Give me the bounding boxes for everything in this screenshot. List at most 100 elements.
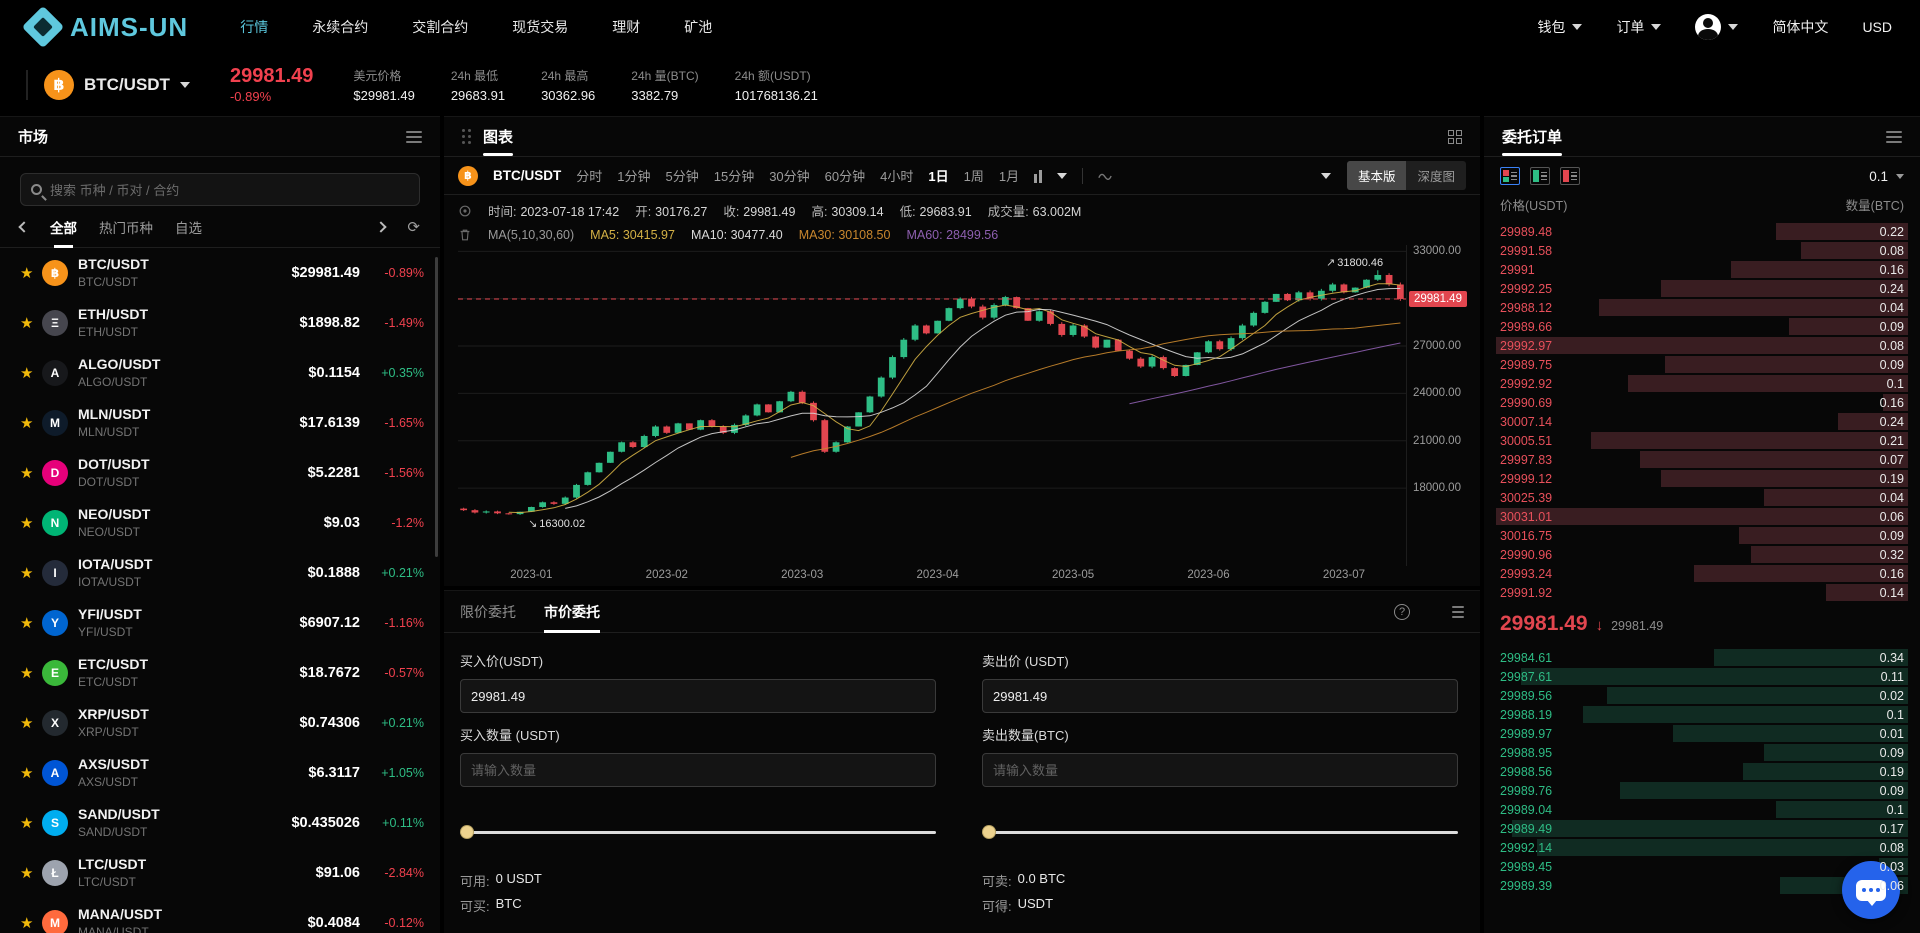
trash-icon[interactable]	[458, 228, 472, 242]
chevron-down-icon[interactable]	[1057, 173, 1067, 179]
timeframe-5分钟[interactable]: 5分钟	[666, 166, 699, 185]
help-icon[interactable]	[1394, 604, 1410, 620]
language-selector[interactable]: 简体中文	[1772, 17, 1828, 37]
coin-row-MLN/USDT[interactable]: ★MMLN/USDTMLN/USDT$17.6139-1.65%	[0, 398, 440, 448]
coin-row-BTC/USDT[interactable]: ★฿BTC/USDTBTC/USDT$29981.49-0.89%	[0, 248, 440, 298]
ask-row[interactable]: 29993.240.16	[1496, 564, 1908, 583]
sell-amount-slider[interactable]	[982, 825, 1458, 839]
tabs-scroll-right-icon[interactable]	[376, 221, 387, 232]
ask-row[interactable]: 29989.750.09	[1496, 355, 1908, 374]
favorite-star-icon[interactable]: ★	[20, 864, 42, 882]
ask-row[interactable]: 29991.580.08	[1496, 241, 1908, 260]
ask-row[interactable]: 29992.970.08	[1496, 336, 1908, 355]
coin-row-DOT/USDT[interactable]: ★DDOT/USDTDOT/USDT$5.2281-1.56%	[0, 448, 440, 498]
panel-drag-handle-icon[interactable]	[462, 129, 471, 144]
mode-both-icon[interactable]	[1500, 167, 1520, 185]
ask-row[interactable]: 29992.250.24	[1496, 279, 1908, 298]
timeframe-60分钟[interactable]: 60分钟	[825, 166, 865, 185]
nav-item-永续合约[interactable]: 永续合约	[312, 17, 368, 37]
wallet-menu[interactable]: 钱包	[1537, 17, 1582, 37]
ask-row[interactable]: 30016.750.09	[1496, 526, 1908, 545]
buy-price-input[interactable]	[460, 679, 936, 713]
favorite-star-icon[interactable]: ★	[20, 914, 42, 932]
nav-item-行情[interactable]: 行情	[240, 17, 268, 37]
coin-row-ETC/USDT[interactable]: ★EETC/USDTETC/USDT$18.7672-0.57%	[0, 648, 440, 698]
sell-qty-input[interactable]	[982, 753, 1458, 787]
chart-tab[interactable]: 图表	[483, 117, 513, 156]
refresh-icon[interactable]: ⟳	[407, 218, 420, 236]
ask-row[interactable]: 30025.390.04	[1496, 488, 1908, 507]
tab-hot-coins[interactable]: 热门币种	[99, 206, 153, 248]
brand[interactable]: AIMS-UN	[28, 12, 188, 43]
bid-row[interactable]: 29989.040.1	[1496, 800, 1908, 819]
tab-limit-order[interactable]: 限价委托	[460, 591, 516, 633]
bid-row[interactable]: 29992.140.08	[1496, 838, 1908, 857]
bid-row[interactable]: 29988.950.09	[1496, 743, 1908, 762]
account-menu[interactable]	[1695, 14, 1738, 40]
slider-handle[interactable]	[982, 825, 996, 839]
mode-asks-icon[interactable]	[1560, 167, 1580, 185]
timeframe-分时[interactable]: 分时	[576, 166, 602, 185]
bid-row[interactable]: 29989.490.17	[1496, 819, 1908, 838]
nav-item-交割合约[interactable]: 交割合约	[412, 17, 468, 37]
ask-row[interactable]: 29991.920.14	[1496, 583, 1908, 602]
favorite-star-icon[interactable]: ★	[20, 764, 42, 782]
buy-qty-input[interactable]	[460, 753, 936, 787]
bid-row[interactable]: 29984.610.34	[1496, 648, 1908, 667]
ask-row[interactable]: 29989.660.09	[1496, 317, 1908, 336]
ask-row[interactable]: 30031.010.06	[1496, 507, 1908, 526]
bid-row[interactable]: 29987.610.11	[1496, 667, 1908, 686]
ask-row[interactable]: 29988.120.04	[1496, 298, 1908, 317]
buy-amount-slider[interactable]	[460, 825, 936, 839]
favorite-star-icon[interactable]: ★	[20, 614, 42, 632]
tabs-scroll-left-icon[interactable]	[18, 221, 29, 232]
currency-selector[interactable]: USD	[1862, 19, 1892, 35]
bid-row[interactable]: 29989.560.02	[1496, 686, 1908, 705]
bid-row[interactable]: 29988.560.19	[1496, 762, 1908, 781]
ask-row[interactable]: 29990.690.16	[1496, 393, 1908, 412]
timeframe-4小时[interactable]: 4小时	[880, 166, 913, 185]
tab-market-order[interactable]: 市价委托	[544, 591, 600, 633]
coin-row-XRP/USDT[interactable]: ★XXRP/USDTXRP/USDT$0.74306+0.21%	[0, 698, 440, 748]
coin-row-AXS/USDT[interactable]: ★AAXS/USDTAXS/USDT$6.3117+1.05%	[0, 748, 440, 798]
favorite-star-icon[interactable]: ★	[20, 464, 42, 482]
nav-item-现货交易[interactable]: 现货交易	[512, 17, 568, 37]
timeframe-1月[interactable]: 1月	[999, 166, 1019, 185]
favorite-star-icon[interactable]: ★	[20, 314, 42, 332]
ask-row[interactable]: 29999.120.19	[1496, 469, 1908, 488]
nav-item-理财[interactable]: 理财	[612, 17, 640, 37]
coin-row-SAND/USDT[interactable]: ★SSAND/USDTSAND/USDT$0.435026+0.11%	[0, 798, 440, 848]
ask-row[interactable]: 299910.16	[1496, 260, 1908, 279]
basic-view-button[interactable]: 基本版	[1347, 161, 1407, 190]
tick-size-select[interactable]: 0.1	[1869, 169, 1904, 184]
favorite-star-icon[interactable]: ★	[20, 664, 42, 682]
panel-drag-handle-icon[interactable]	[1452, 606, 1464, 618]
tab-all[interactable]: 全部	[50, 206, 77, 248]
coin-row-YFI/USDT[interactable]: ★YYFI/USDTYFI/USDT$6907.12-1.16%	[0, 598, 440, 648]
coin-row-ETH/USDT[interactable]: ★ΞETH/USDTETH/USDT$1898.82-1.49%	[0, 298, 440, 348]
orders-menu[interactable]: 订单	[1616, 17, 1661, 37]
ask-row[interactable]: 29997.830.07	[1496, 450, 1908, 469]
timeframe-1日[interactable]: 1日	[928, 166, 948, 185]
favorite-star-icon[interactable]: ★	[20, 364, 42, 382]
timeframe-1周[interactable]: 1周	[964, 166, 984, 185]
tab-favorites[interactable]: 自选	[175, 206, 202, 248]
coin-row-MANA/USDT[interactable]: ★MMANA/USDTMANA/USDT$0.4084-0.12%	[0, 898, 440, 933]
timeframe-15分钟[interactable]: 15分钟	[714, 166, 754, 185]
nav-item-矿池[interactable]: 矿池	[684, 17, 712, 37]
ask-row[interactable]: 29989.480.22	[1496, 222, 1908, 241]
bid-row[interactable]: 29989.970.01	[1496, 724, 1908, 743]
coin-list-scrollbar[interactable]	[435, 257, 438, 557]
coin-row-LTC/USDT[interactable]: ★ŁLTC/USDTLTC/USDT$91.06-2.84%	[0, 848, 440, 898]
orderbook-menu-icon[interactable]	[1886, 131, 1902, 143]
eye-icon[interactable]	[458, 204, 472, 218]
sell-price-input[interactable]	[982, 679, 1458, 713]
market-menu-icon[interactable]	[406, 131, 422, 143]
coin-row-NEO/USDT[interactable]: ★NNEO/USDTNEO/USDT$9.03-1.2%	[0, 498, 440, 548]
bid-row[interactable]: 29988.190.1	[1496, 705, 1908, 724]
line-chart-icon[interactable]	[1098, 169, 1112, 183]
timeframe-30分钟[interactable]: 30分钟	[769, 166, 809, 185]
search-input[interactable]: 搜索 币种 / 币对 / 合约	[20, 173, 420, 206]
favorite-star-icon[interactable]: ★	[20, 414, 42, 432]
bid-row[interactable]: 29989.760.09	[1496, 781, 1908, 800]
